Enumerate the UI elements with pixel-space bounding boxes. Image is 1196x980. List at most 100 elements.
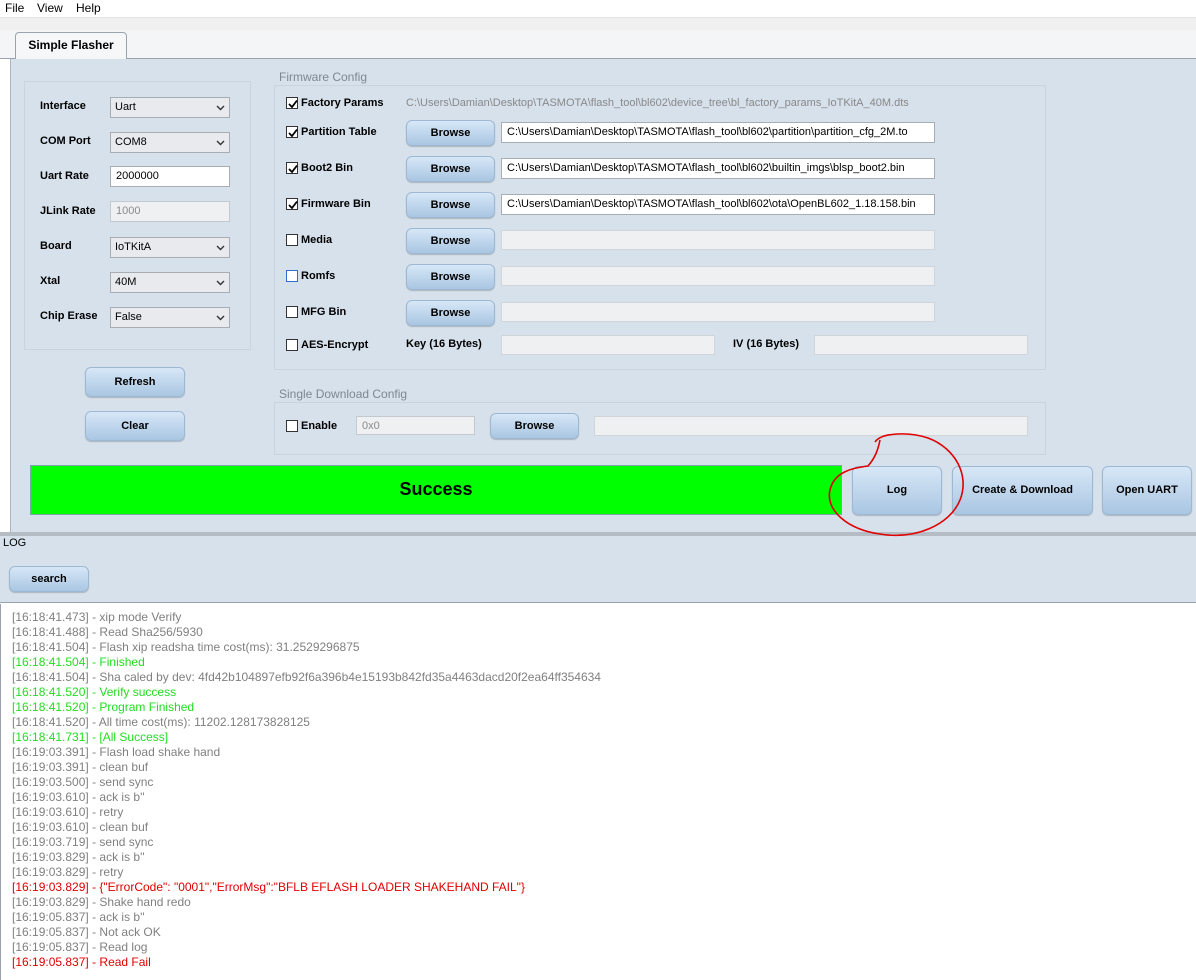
log-line: [16:18:41.731] - [All Success]	[12, 730, 169, 744]
tab-simple-flasher[interactable]: Simple Flasher	[15, 32, 127, 60]
log-line: [16:19:03.719] - send sync	[12, 835, 154, 849]
mfg-bin-label: MFG Bin	[301, 306, 347, 318]
log-line: [16:18:41.488] - Read Sha256/5930	[12, 625, 203, 639]
toolbar-strip	[0, 18, 1196, 30]
com-port-value: COM8	[115, 136, 147, 148]
romfs-checkbox[interactable]	[286, 270, 298, 282]
chevron-down-icon	[216, 140, 225, 146]
media-browse-button[interactable]: Browse	[406, 228, 495, 254]
log-line: [16:19:05.837] - ack is b''	[12, 910, 145, 924]
media-path-input[interactable]	[501, 230, 935, 250]
log-line: [16:19:05.837] - Read log	[12, 940, 148, 954]
refresh-button[interactable]: Refresh	[85, 367, 185, 397]
board-label: Board	[40, 240, 72, 252]
chevron-down-icon	[216, 315, 225, 321]
log-line: [16:18:41.504] - Flash xip readsha time …	[12, 640, 360, 654]
factory-params-path: C:\Users\Damian\Desktop\TASMOTA\flash_to…	[406, 97, 909, 109]
partition-table-label: Partition Table	[301, 126, 377, 138]
aes-encrypt-label: AES-Encrypt	[301, 339, 369, 351]
log-line: [16:19:03.610] - clean buf	[12, 820, 149, 834]
address-input[interactable]: 0x0	[356, 416, 475, 435]
com-port-label: COM Port	[40, 135, 91, 147]
firmware-bin-browse-button[interactable]: Browse	[406, 192, 495, 218]
aes-key-input[interactable]	[501, 335, 715, 355]
chip-erase-label: Chip Erase	[40, 310, 98, 322]
chevron-down-icon	[216, 280, 225, 286]
partition-table-browse-button[interactable]: Browse	[406, 120, 495, 146]
romfs-browse-button[interactable]: Browse	[406, 264, 495, 290]
check-icon	[288, 99, 298, 109]
main-panel: Interface Uart COM Port COM8 Uart Rate 2…	[10, 59, 1196, 532]
xtal-label: Xtal	[40, 275, 61, 287]
single-download-title: Single Download Config	[279, 387, 408, 401]
romfs-path-input[interactable]	[501, 266, 935, 286]
mfg-bin-checkbox[interactable]	[286, 306, 298, 318]
aes-encrypt-checkbox[interactable]	[286, 339, 298, 351]
log-line: [16:19:03.391] - Flash load shake hand	[12, 745, 221, 759]
open-uart-button[interactable]: Open UART	[1102, 466, 1192, 515]
log-line: [16:18:41.473] - xip mode Verify	[12, 610, 182, 624]
log-line: [16:19:05.837] - Not ack OK	[12, 925, 161, 939]
tab-bar: Simple Flasher	[0, 30, 1196, 60]
romfs-label: Romfs	[301, 270, 336, 282]
log-line: [16:18:41.504] - Finished	[12, 655, 145, 669]
board-value: IoTKitA	[115, 241, 152, 253]
uart-rate-input[interactable]: 2000000	[110, 166, 230, 187]
clear-button[interactable]: Clear	[85, 411, 185, 441]
log-line: [16:19:03.610] - retry	[12, 805, 124, 819]
board-select[interactable]: IoTKitA	[110, 237, 230, 258]
xtal-select[interactable]: 40M	[110, 272, 230, 293]
boot2-bin-label: Boot2 Bin	[301, 162, 353, 174]
single-path-input[interactable]	[594, 416, 1028, 436]
interface-select[interactable]: Uart	[110, 97, 230, 118]
log-line: [16:19:03.829] - ack is b''	[12, 850, 145, 864]
com-port-select[interactable]: COM8	[110, 132, 230, 153]
log-line: [16:18:41.504] - Sha caled by dev: 4fd42…	[12, 670, 601, 684]
firmware-bin-label: Firmware Bin	[301, 198, 371, 210]
menu-file[interactable]: File	[5, 1, 24, 15]
log-line: [16:19:03.391] - clean buf	[12, 760, 149, 774]
boot2-bin-path-input[interactable]: C:\Users\Damian\Desktop\TASMOTA\flash_to…	[501, 158, 935, 179]
enable-label: Enable	[301, 420, 338, 432]
log-line: [16:19:03.829] - Shake hand redo	[12, 895, 191, 909]
create-download-button[interactable]: Create & Download	[952, 466, 1093, 515]
firmware-bin-checkbox[interactable]	[286, 198, 298, 210]
media-checkbox[interactable]	[286, 234, 298, 246]
factory-params-checkbox[interactable]	[286, 97, 298, 109]
log-line: [16:19:03.610] - ack is b''	[12, 790, 145, 804]
aes-iv-input[interactable]	[814, 335, 1028, 355]
firmware-bin-path-input[interactable]: C:\Users\Damian\Desktop\TASMOTA\flash_to…	[501, 194, 935, 215]
log-button[interactable]: Log	[852, 466, 942, 515]
search-button[interactable]: search	[9, 566, 89, 592]
chevron-down-icon	[216, 245, 225, 251]
log-toolbar: LOG search	[0, 536, 1196, 603]
mfg-bin-browse-button[interactable]: Browse	[406, 300, 495, 326]
log-line: [16:19:03.829] - {"ErrorCode": "0001","E…	[12, 880, 525, 894]
factory-params-label: Factory Params	[301, 97, 384, 109]
aes-key-label: Key (16 Bytes)	[406, 338, 482, 350]
firmware-config-title: Firmware Config	[279, 70, 368, 84]
xtal-value: 40M	[115, 276, 137, 288]
status-bar: Success	[30, 465, 842, 515]
aes-iv-label: IV (16 Bytes)	[733, 338, 800, 350]
log-title: LOG	[3, 537, 27, 549]
menu-help[interactable]: Help	[76, 1, 101, 15]
log-line: [16:19:05.837] - Read Fail	[12, 955, 151, 969]
jlink-rate-input[interactable]: 1000	[110, 201, 230, 222]
chip-erase-select[interactable]: False	[110, 307, 230, 328]
single-browse-button[interactable]: Browse	[490, 413, 579, 439]
mfg-bin-path-input[interactable]	[501, 302, 935, 322]
log-line: [16:18:41.520] - All time cost(ms): 1120…	[12, 715, 310, 729]
interface-value: Uart	[115, 101, 136, 113]
log-output[interactable]: [16:18:41.473] - xip mode Verify [16:18:4…	[0, 604, 1196, 980]
boot2-bin-checkbox[interactable]	[286, 162, 298, 174]
menu-view[interactable]: View	[37, 1, 63, 15]
partition-table-path-input[interactable]: C:\Users\Damian\Desktop\TASMOTA\flash_to…	[501, 122, 935, 143]
check-icon	[288, 128, 298, 138]
device-config-group: Interface Uart COM Port COM8 Uart Rate 2…	[24, 81, 251, 350]
partition-table-checkbox[interactable]	[286, 126, 298, 138]
uart-rate-label: Uart Rate	[40, 170, 89, 182]
check-icon	[288, 200, 298, 210]
enable-checkbox[interactable]	[286, 420, 298, 432]
boot2-bin-browse-button[interactable]: Browse	[406, 156, 495, 182]
